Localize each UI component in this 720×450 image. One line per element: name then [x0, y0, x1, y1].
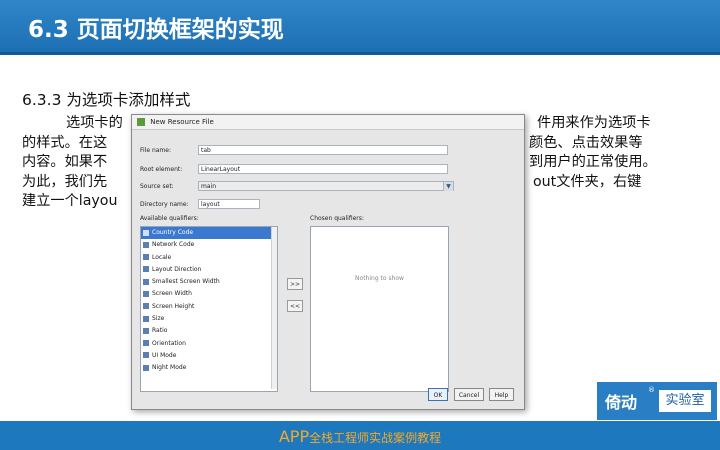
chosen-qualifiers-list: Nothing to show: [310, 226, 449, 392]
ok-button[interactable]: OK: [428, 388, 448, 401]
source-set-select[interactable]: main ▼: [198, 181, 454, 191]
root-element-input[interactable]: LinearLayout: [198, 164, 448, 174]
qualifier-item[interactable]: Orientation: [141, 338, 277, 350]
empty-state-text: Nothing to show: [355, 275, 404, 282]
logo-brand: 倚动: [605, 393, 638, 412]
qualifiers-scrollbar[interactable]: [271, 227, 277, 389]
cancel-button[interactable]: Cancel: [454, 388, 484, 401]
qualifier-item[interactable]: Night Mode: [141, 362, 277, 374]
qualifier-item[interactable]: Smallest Screen Width: [141, 276, 277, 288]
body-line-right: out文件夹，右键: [533, 173, 642, 190]
source-set-value: main: [201, 183, 216, 190]
body-line-right: 到用户的正常使用。: [529, 154, 657, 170]
qualifier-item[interactable]: UI Mode: [141, 350, 277, 362]
slide-footer: APP全栈工程师实战案例教程: [0, 421, 720, 450]
lab-logo: 倚动 ® 实验室: [597, 382, 717, 420]
remove-qualifier-button[interactable]: <<: [287, 300, 303, 312]
body-line-left: 为此，我们先: [22, 173, 108, 190]
body-line-left: 内容。如果不: [22, 154, 108, 170]
qualifier-item[interactable]: Network Code: [141, 239, 277, 251]
qualifier-item[interactable]: Screen Width: [141, 288, 277, 300]
body-line-right: 件用来作为选项卡: [537, 115, 651, 131]
ratio-icon: [143, 327, 149, 334]
help-button[interactable]: Help: [489, 388, 514, 401]
smallest-screen-width-icon: [143, 278, 149, 285]
slide-header: 6.3 页面切换框架的实现: [0, 0, 720, 55]
locale-icon: [143, 254, 149, 261]
chosen-qualifiers-label: Chosen qualifiers:: [310, 215, 364, 222]
qualifier-item[interactable]: Layout Direction: [141, 264, 277, 276]
directory-name-label: Directory name:: [140, 201, 189, 208]
qualifier-item[interactable]: Size: [141, 313, 277, 325]
network-code-icon: [143, 241, 149, 248]
body-line-left: 的样式。在这: [22, 134, 108, 151]
chevron-down-icon[interactable]: ▼: [443, 182, 453, 191]
slide-title: 6.3 页面切换框架的实现: [28, 17, 284, 43]
add-qualifier-button[interactable]: >>: [287, 278, 303, 290]
new-resource-file-dialog: New Resource File File name: tab Root el…: [131, 114, 525, 410]
registered-mark: ®: [648, 386, 655, 394]
section-title: 6.3.3 为选项卡添加样式: [22, 91, 191, 109]
screen-height-icon: [143, 303, 149, 310]
layout-direction-icon: [143, 266, 149, 273]
orientation-icon: [143, 340, 149, 347]
footer-text: APP全栈工程师实战案例教程: [0, 427, 720, 446]
qualifier-item[interactable]: Country Code: [141, 227, 277, 240]
available-qualifiers-list: Country Code Network Code Locale Layout …: [140, 226, 278, 392]
body-line-right: 颜色、点击效果等: [529, 134, 643, 151]
country-code-icon: [143, 229, 149, 236]
night-mode-icon: [143, 364, 149, 371]
root-element-label: Root element:: [140, 166, 183, 173]
size-icon: [143, 315, 149, 322]
screen-width-icon: [143, 290, 149, 297]
qualifier-item[interactable]: Screen Height: [141, 301, 277, 313]
qualifier-item[interactable]: Locale: [141, 252, 277, 264]
file-name-label: File name:: [140, 147, 171, 154]
ui-mode-icon: [143, 352, 149, 359]
logo-lab: 实验室: [659, 390, 711, 412]
android-studio-icon: [137, 118, 145, 126]
source-set-label: Source set:: [140, 183, 174, 190]
body-line-left: 选项卡的: [66, 115, 123, 131]
footer-app: APP: [278, 427, 310, 446]
dialog-title: New Resource File: [150, 118, 214, 126]
qualifier-item[interactable]: Ratio: [141, 325, 277, 337]
body-line-left: 建立一个layou: [22, 193, 118, 209]
dialog-titlebar: New Resource File: [132, 115, 524, 130]
footer-book-title: 全栈工程师实战案例教程: [309, 431, 442, 445]
directory-name-input[interactable]: layout: [198, 199, 260, 209]
file-name-input[interactable]: tab: [198, 145, 448, 155]
available-qualifiers-label: Available qualifiers:: [140, 215, 199, 222]
